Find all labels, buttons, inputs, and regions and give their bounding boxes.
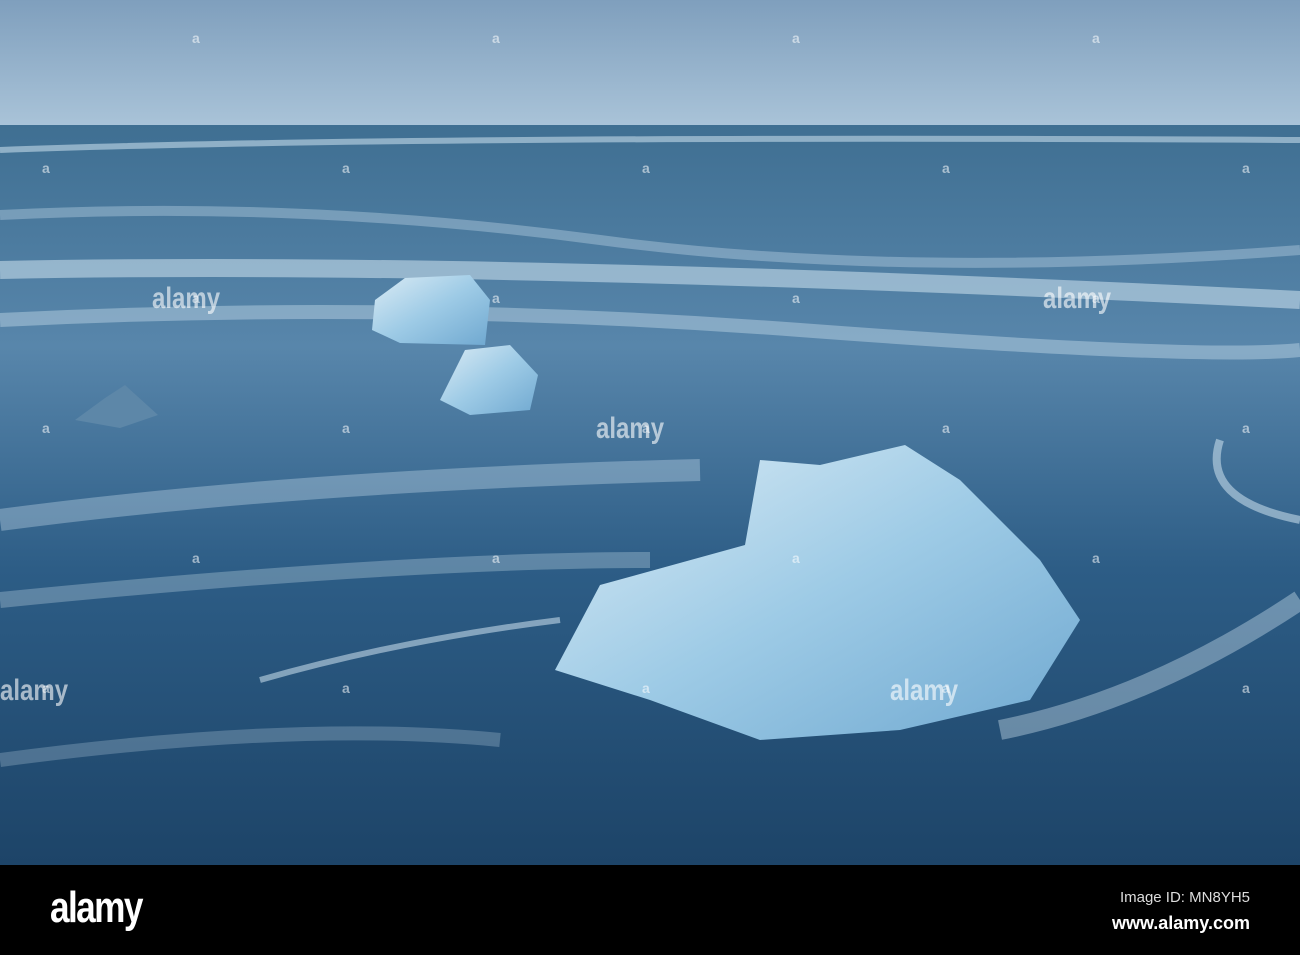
image-id: Image ID: MN8YH5	[1119, 889, 1250, 906]
watermark-mark: a	[792, 30, 800, 46]
watermark-mark: a	[492, 30, 500, 46]
footer-bar: alamy Image ID: MN8YH5 www.alamy.com	[0, 865, 1300, 955]
watermark-mark: a	[42, 680, 50, 696]
watermark-mark: a	[792, 290, 800, 306]
watermark: alamy	[596, 412, 665, 445]
watermark-mark: a	[642, 160, 650, 176]
watermark-mark: a	[1242, 420, 1250, 436]
watermark-mark: a	[192, 30, 200, 46]
watermark-mark: a	[342, 420, 350, 436]
watermark-mark: a	[192, 550, 200, 566]
watermark-mark: a	[642, 680, 650, 696]
stock-photo-frame: alamy alamy alamy alamy alamy alamy Imag…	[0, 0, 1300, 955]
watermark-mark: a	[942, 160, 950, 176]
watermark-mark: a	[642, 420, 650, 436]
sky	[0, 0, 1300, 125]
watermark-mark: a	[492, 550, 500, 566]
watermark-mark: a	[342, 680, 350, 696]
watermark: alamy	[1043, 282, 1112, 315]
watermark-mark: a	[1242, 680, 1250, 696]
watermark-mark: a	[1092, 550, 1100, 566]
website-link[interactable]: www.alamy.com	[1112, 913, 1250, 934]
watermark-mark: a	[42, 160, 50, 176]
watermark-mark: a	[42, 420, 50, 436]
watermark-mark: a	[1092, 30, 1100, 46]
watermark-mark: a	[942, 420, 950, 436]
watermark-mark: a	[1092, 290, 1100, 306]
watermark-mark: a	[192, 290, 200, 306]
watermark-mark: a	[1242, 160, 1250, 176]
watermark: alamy	[152, 282, 221, 315]
watermark-mark: a	[792, 550, 800, 566]
watermark-mark: a	[492, 290, 500, 306]
watermark-mark: a	[942, 680, 950, 696]
alamy-logo: alamy	[50, 883, 143, 932]
watermark-mark: a	[342, 160, 350, 176]
watermark: alamy	[0, 674, 69, 707]
